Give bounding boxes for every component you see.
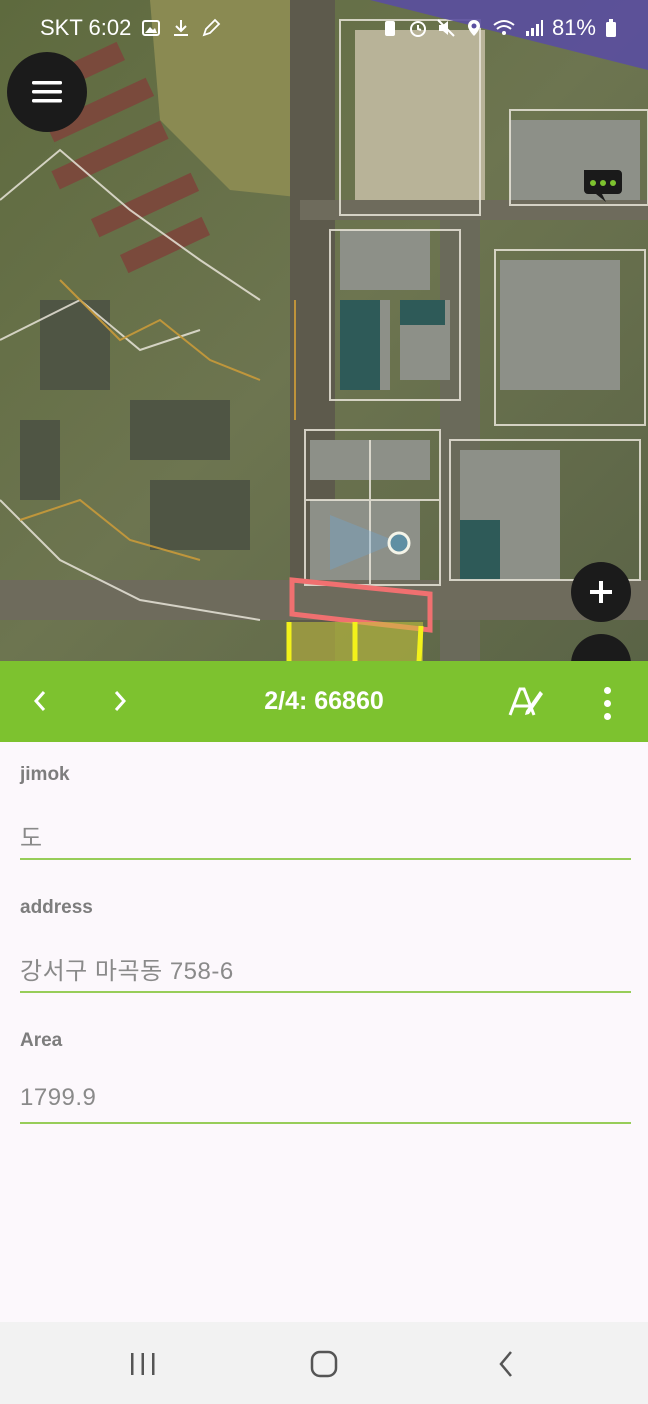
field-value-area[interactable]: 1799.9 xyxy=(20,1084,96,1112)
chevron-right-icon xyxy=(114,691,127,711)
recent-apps-button[interactable] xyxy=(113,1342,173,1386)
back-button[interactable] xyxy=(476,1342,536,1386)
battery-saver-icon xyxy=(384,21,395,36)
home-icon xyxy=(310,1350,338,1378)
plus-icon xyxy=(590,581,612,603)
location-icon xyxy=(467,20,480,36)
chat-icon xyxy=(584,170,622,202)
location-marker-icon xyxy=(387,531,411,555)
field-area[interactable]: Area 1799.9 xyxy=(20,1030,631,1124)
zoom-in-button[interactable] xyxy=(571,562,631,622)
attributes-form: jimok 도 address 강서구 마곡동 758-6 Area 1799.… xyxy=(0,742,648,1322)
more-options-button[interactable] xyxy=(592,681,622,725)
field-underline xyxy=(20,858,631,860)
menu-button[interactable] xyxy=(7,52,87,132)
signal-icon xyxy=(525,20,543,36)
chevron-left-icon xyxy=(33,691,46,711)
recent-apps-icon xyxy=(131,1353,155,1375)
wifi-icon xyxy=(493,20,515,35)
field-label-address: address xyxy=(20,897,93,918)
mute-icon xyxy=(437,19,455,37)
feature-toolbar: 2/4: 66860 xyxy=(0,661,648,742)
satellite-map xyxy=(0,0,648,662)
field-underline xyxy=(20,991,631,993)
chat-button[interactable] xyxy=(580,166,624,206)
battery-percent: 81% xyxy=(551,15,596,40)
pencil-icon xyxy=(202,18,221,37)
next-feature-button[interactable] xyxy=(100,681,140,721)
battery-icon xyxy=(606,19,616,37)
field-label-area: Area xyxy=(20,1030,63,1051)
back-icon xyxy=(499,1351,512,1377)
status-bar: SKT 6:02 81% xyxy=(0,0,648,56)
more-vert-icon xyxy=(603,686,611,694)
field-value-address[interactable]: 강서구 마곡동 758-6 xyxy=(20,951,234,986)
home-button[interactable] xyxy=(294,1342,354,1386)
feature-title: 2/4: 66860 xyxy=(264,687,384,715)
menu-icon xyxy=(32,81,62,103)
carrier-time: SKT 6:02 xyxy=(40,15,132,40)
field-label-jimok: jimok xyxy=(20,764,70,785)
field-underline xyxy=(20,1122,631,1124)
map-view[interactable] xyxy=(0,0,648,662)
field-address[interactable]: address 강서구 마곡동 758-6 xyxy=(20,897,631,993)
system-navigation-bar xyxy=(0,1322,648,1404)
edit-button[interactable] xyxy=(506,681,546,721)
field-jimok[interactable]: jimok 도 xyxy=(20,764,631,860)
download-icon xyxy=(174,20,189,36)
edit-text-icon xyxy=(508,687,543,716)
gallery-icon xyxy=(142,20,161,36)
alarm-icon xyxy=(409,21,426,37)
field-value-jimok[interactable]: 도 xyxy=(20,818,43,853)
previous-feature-button[interactable] xyxy=(20,681,60,721)
